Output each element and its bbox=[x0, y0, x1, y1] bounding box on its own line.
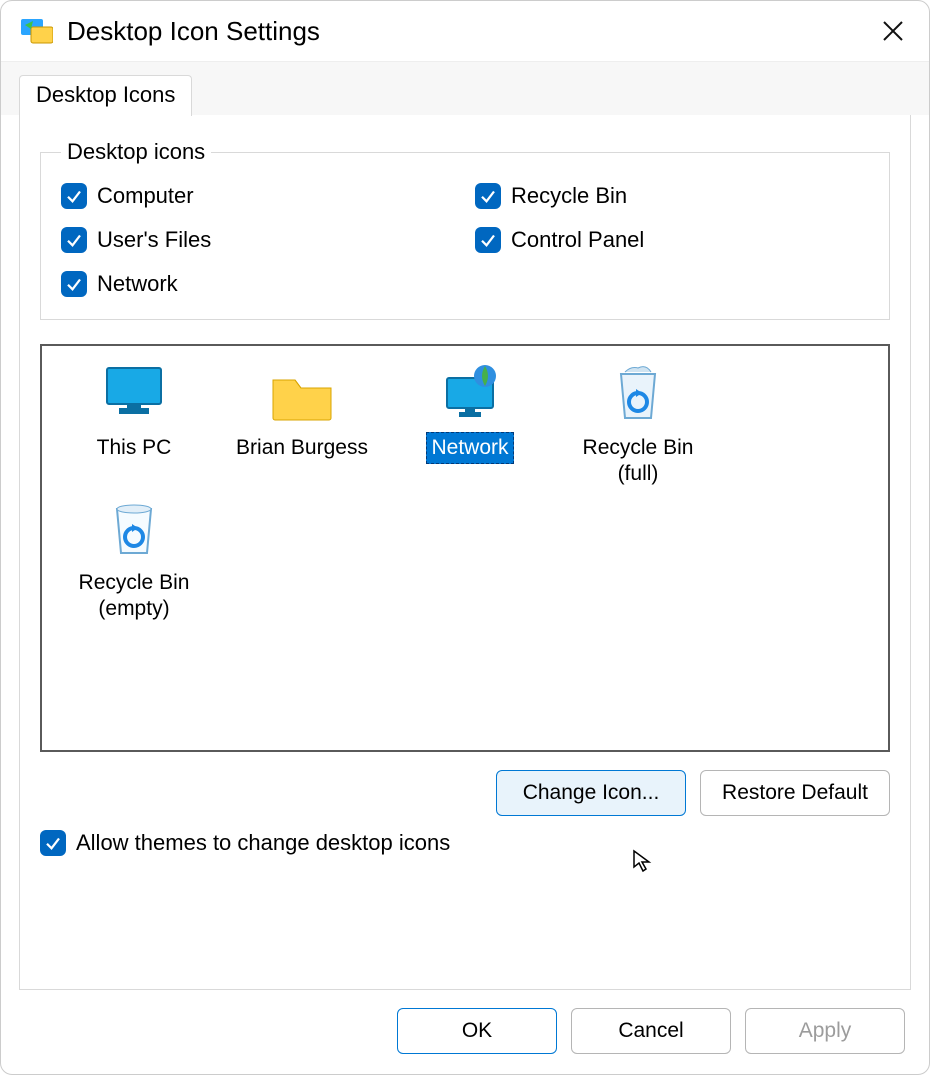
icon-item-user-folder[interactable]: Brian Burgess bbox=[222, 364, 382, 491]
checkmark-icon bbox=[61, 271, 87, 297]
checkmark-icon bbox=[61, 227, 87, 253]
titlebar: Desktop Icon Settings bbox=[1, 1, 929, 61]
checkbox-network[interactable]: Network bbox=[61, 271, 455, 297]
icon-label: Recycle Bin (empty) bbox=[74, 567, 195, 626]
checkbox-label: Control Panel bbox=[511, 227, 644, 253]
recycle-full-icon bbox=[603, 364, 673, 426]
cancel-button[interactable]: Cancel bbox=[571, 1008, 731, 1054]
network-icon bbox=[435, 364, 505, 426]
folder-icon bbox=[267, 364, 337, 426]
icon-action-buttons: Change Icon... Restore Default bbox=[40, 770, 890, 816]
icon-item-network[interactable]: Network bbox=[390, 364, 550, 491]
checkbox-recycle-bin[interactable]: Recycle Bin bbox=[475, 183, 869, 209]
icon-item-recycle-empty[interactable]: Recycle Bin (empty) bbox=[54, 499, 214, 626]
checkmark-icon bbox=[475, 227, 501, 253]
checkbox-control-panel[interactable]: Control Panel bbox=[475, 227, 869, 253]
window-title: Desktop Icon Settings bbox=[67, 16, 877, 47]
restore-default-button[interactable]: Restore Default bbox=[700, 770, 890, 816]
ok-button[interactable]: OK bbox=[397, 1008, 557, 1054]
icon-preview-list[interactable]: This PC Brian Burgess bbox=[40, 344, 890, 752]
allow-themes-label: Allow themes to change desktop icons bbox=[76, 830, 450, 856]
checkbox-users-files[interactable]: User's Files bbox=[61, 227, 455, 253]
tab-page: Desktop icons Computer Recycle Bin User'… bbox=[19, 115, 911, 990]
dialog-button-row: OK Cancel Apply bbox=[1, 990, 929, 1074]
checkmark-icon bbox=[40, 830, 66, 856]
desktop-icons-group: Desktop icons Computer Recycle Bin User'… bbox=[40, 139, 890, 320]
recycle-empty-icon bbox=[99, 499, 169, 561]
icon-item-recycle-full[interactable]: Recycle Bin (full) bbox=[558, 364, 718, 491]
monitor-icon bbox=[99, 364, 169, 426]
checkbox-grid: Computer Recycle Bin User's Files Contro… bbox=[61, 183, 869, 297]
icon-label: Brian Burgess bbox=[231, 432, 373, 464]
icon-label: This PC bbox=[92, 432, 177, 464]
dialog-window: Desktop Icon Settings Desktop Icons Desk… bbox=[0, 0, 930, 1075]
change-icon-button[interactable]: Change Icon... bbox=[496, 770, 686, 816]
close-button[interactable] bbox=[877, 15, 909, 47]
checkbox-label: Network bbox=[97, 271, 178, 297]
checkbox-label: User's Files bbox=[97, 227, 211, 253]
tab-desktop-icons[interactable]: Desktop Icons bbox=[19, 75, 192, 116]
apply-button[interactable]: Apply bbox=[745, 1008, 905, 1054]
checkbox-computer[interactable]: Computer bbox=[61, 183, 455, 209]
checkbox-label: Computer bbox=[97, 183, 194, 209]
icon-item-this-pc[interactable]: This PC bbox=[54, 364, 214, 491]
checkbox-label: Recycle Bin bbox=[511, 183, 627, 209]
close-icon bbox=[881, 19, 905, 43]
app-icon bbox=[21, 15, 53, 47]
icon-label: Recycle Bin (full) bbox=[578, 432, 699, 491]
group-legend: Desktop icons bbox=[61, 139, 211, 165]
tabstrip: Desktop Icons bbox=[1, 61, 929, 115]
checkmark-icon bbox=[61, 183, 87, 209]
checkmark-icon bbox=[475, 183, 501, 209]
allow-themes-checkbox[interactable]: Allow themes to change desktop icons bbox=[40, 830, 890, 856]
icon-label: Network bbox=[426, 432, 513, 464]
